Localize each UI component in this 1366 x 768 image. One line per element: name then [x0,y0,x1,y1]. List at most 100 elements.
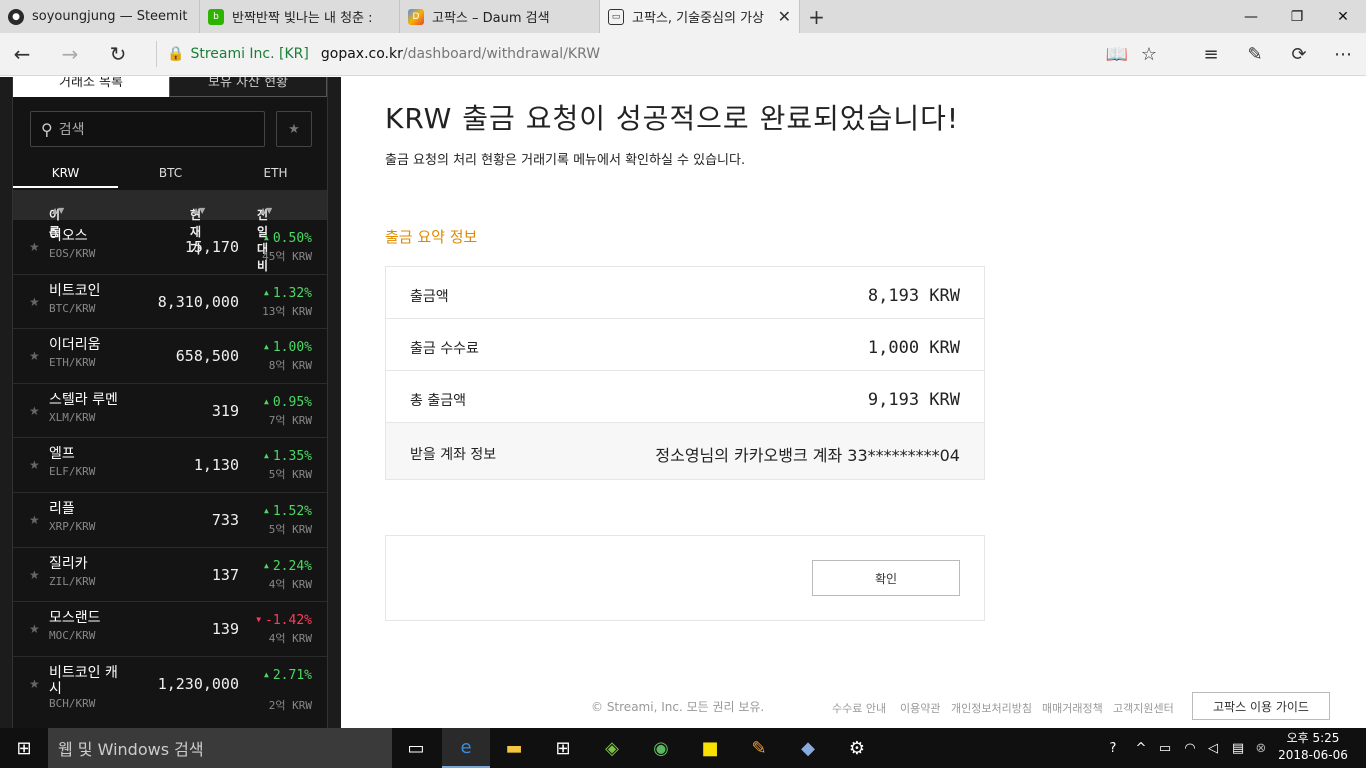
tab-daum[interactable]: D 고팍스 – Daum 검색 [400,0,600,33]
favorite-star-icon[interactable]: ★ [29,513,40,527]
hub-icon[interactable]: ≡ [1195,39,1227,69]
ime-icon[interactable]: ⊗ [1250,728,1272,768]
taskbar-search-input[interactable]: 웹 및 Windows 검색 [48,728,392,768]
market-row[interactable]: ★ 비트코인 BTC/KRW 8,310,000 ▲ 1.32% 13억 KRW [13,275,327,330]
paint-icon[interactable]: ✎ [735,728,783,768]
favorite-star-icon[interactable]: ★ [29,458,40,472]
refresh-button[interactable]: ↻ [102,39,134,69]
help-icon[interactable]: ? [1100,728,1126,768]
coin-symbol: XRP/KRW [49,519,96,533]
tab-exchange-list[interactable]: 거래소 목록 [13,77,169,97]
market-row[interactable]: ★ 이더리움 ETH/KRW 658,500 ▲ 1.00% 8억 KRW [13,329,327,384]
volume-icon[interactable]: ◁ [1202,728,1224,768]
tab-eth[interactable]: ETH [223,160,327,188]
tab-blog[interactable]: b 반짝반짝 빛나는 내 청춘 : [200,0,400,33]
tab-btc[interactable]: BTC [118,160,223,188]
new-tab-button[interactable]: + [800,0,833,33]
task-view-icon[interactable]: ▭ [392,728,440,768]
show-hidden-icons-icon[interactable]: ^ [1130,728,1152,768]
search-input[interactable]: ⚲ 검색 [30,111,265,147]
favorite-star-icon[interactable]: ★ [29,404,40,418]
summary-value: 8,193 KRW [867,286,960,306]
coin-price: 658,500 [175,347,239,366]
tab-gopax[interactable]: ▭ 고팍스, 기술중심의 가상 ✕ [600,0,800,33]
coin-name: 질리카 [49,555,88,572]
market-row[interactable]: ★ 모스랜드 MOC/KRW 139 ▼ -1.42% 4억 KRW [13,602,327,657]
kakaotalk-icon[interactable]: ■ [686,728,734,768]
edge-icon[interactable]: e [442,728,490,768]
market-row[interactable]: ★ 스텔라 루멘 XLM/KRW 319 ▲ 0.95% 7억 KRW [13,384,327,439]
coin-name: 스텔라 루멘 [49,391,118,408]
footer-link-privacy[interactable]: 개인정보처리방침 [951,700,1032,716]
coin-name: 리플 [49,500,75,517]
close-window-button[interactable]: ✕ [1320,0,1366,33]
footer-link-support[interactable]: 고객지원센터 [1113,700,1174,716]
coin-price: 139 [211,620,239,639]
copyright: © Streami, Inc. 모든 권리 보유. [591,700,765,714]
tab-label: 고팍스, 기술중심의 가상 [632,11,764,26]
site-identity[interactable]: Streami Inc. [KR] [190,46,308,62]
notifications-icon[interactable]: ▤ [1226,728,1250,768]
coin-price: 8,310,000 [157,292,239,311]
windows-start-icon[interactable]: ⊞ [0,728,48,768]
footer-link-trading-policy[interactable]: 매매거래정책 [1042,700,1103,716]
market-row[interactable]: ★ 이오스 EOS/KRW 15,170 ▲ 0.50% 45억 KRW [13,220,327,275]
usage-guide-button[interactable]: 고팍스 이용 가이드 [1192,692,1330,720]
map-app-icon[interactable]: ◈ [588,728,636,768]
market-row[interactable]: ★ 리플 XRP/KRW 733 ▲ 1.52% 5억 KRW [13,493,327,548]
minimize-button[interactable]: — [1228,0,1274,33]
up-arrow-icon: ▲ [264,342,269,352]
coin-volume: 4억 KRW [268,632,312,646]
tab-steemit[interactable]: ● soyoungjung — Steemit [0,0,200,33]
coin-price: 1,130 [193,456,239,475]
coin-name: 이더리움 [49,337,101,354]
footer-link-terms[interactable]: 이용약관 [900,700,940,716]
favorite-star-icon[interactable]: ★ [29,295,40,309]
battery-icon[interactable]: ▭ [1154,728,1176,768]
tripadvisor-icon[interactable]: ◉ [637,728,685,768]
tab-holdings[interactable]: 보유 자산 현황 [169,77,327,97]
footer-link-fees[interactable]: 수수료 안내 [832,700,886,716]
coin-symbol: BCH/KRW [49,696,96,710]
favorite-star-icon[interactable]: ★ [29,349,40,363]
favorite-star-icon[interactable]: ★ [29,677,40,691]
steemit-icon: ● [8,8,24,25]
system-clock[interactable]: 오후 5:25 2018-06-06 [1278,730,1348,764]
blog-icon: b [208,8,224,25]
coin-name: 모스랜드 [49,610,101,627]
wifi-icon[interactable]: ◠ [1178,728,1202,768]
favorite-star-icon[interactable]: ☆ [1133,39,1165,69]
page-title: KRW 출금 요청이 성공적으로 완료되었습니다! [385,102,960,135]
share-icon[interactable]: ⟳ [1283,39,1315,69]
settings-gear-icon[interactable]: ⚙ [833,728,881,768]
coin-change: ▲ 0.95% [264,394,312,410]
tab-krw[interactable]: KRW [13,160,118,188]
web-note-icon[interactable]: ✎ [1239,39,1271,69]
coin-change: ▲ 1.00% [264,340,312,356]
favorite-star-icon[interactable]: ★ [29,568,40,582]
back-button[interactable]: ← [6,39,38,69]
app-icon[interactable]: ◆ [784,728,832,768]
more-icon[interactable]: ⋯ [1327,39,1359,69]
market-row[interactable]: ★ 질리카 ZIL/KRW 137 ▲ 2.24% 4억 KRW [13,548,327,603]
market-row[interactable]: ★ 비트코인 캐시 BCH/KRW 1,230,000 ▲ 2.71% 2억 KRW [13,657,327,728]
close-tab-icon[interactable]: ✕ [778,7,791,26]
summary-row-total: 총 출금액 9,193 KRW [386,371,984,423]
reading-view-icon[interactable]: 📖 [1101,39,1133,69]
forward-button[interactable]: → [54,39,86,69]
lock-icon: 🔒 [167,46,185,62]
favorite-star-icon[interactable]: ★ [29,622,40,636]
coin-price: 15,170 [184,238,239,256]
favorite-star-icon[interactable]: ★ [29,240,40,254]
address-field[interactable]: 🔒 Streami Inc. [KR] gopax.co.kr/dashboar… [156,41,1096,67]
store-icon[interactable]: ⊞ [539,728,587,768]
coin-volume: 4억 KRW [268,577,312,591]
confirm-button[interactable]: 확인 [812,560,960,596]
main-content: KRW 출금 요청이 성공적으로 완료되었습니다! 출금 요청의 처리 현황은 … [341,77,1366,728]
tab-label: 고팍스 – Daum 검색 [432,11,550,26]
summary-row-account: 받을 계좌 정보 정소영님의 카카오뱅크 계좌 33*********04 [386,423,984,479]
restore-button[interactable]: ❐ [1274,0,1320,33]
favorites-filter-button[interactable]: ★ [276,111,312,147]
file-explorer-icon[interactable]: ▬ [490,728,538,768]
market-row[interactable]: ★ 엘프 ELF/KRW 1,130 ▲ 1.35% 5억 KRW [13,438,327,493]
